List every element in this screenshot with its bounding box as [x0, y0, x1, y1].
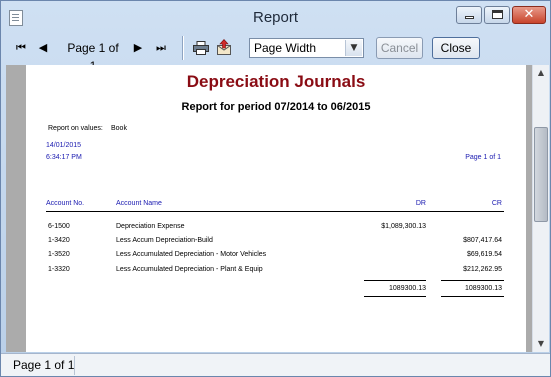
first-page-icon[interactable]: ⏮ [14, 39, 28, 57]
chevron-down-icon[interactable]: ▼ [345, 40, 362, 56]
report-window: Report ✕ ⏮ ◀ Page 1 of 1 ▶ ⏭ Page Width … [0, 0, 551, 377]
export-icon[interactable] [216, 39, 232, 55]
cr-total-underline [441, 296, 504, 297]
dr-total-underline [364, 296, 426, 297]
row-account-no: 1-3420 [48, 237, 70, 244]
row-dr: $1,089,300.13 [381, 223, 426, 230]
status-page-text: Page 1 of 1 [13, 358, 75, 372]
column-header-account-name: Account Name [116, 200, 162, 207]
previous-page-icon[interactable]: ◀ [37, 39, 49, 57]
scroll-up-icon[interactable]: ▲ [533, 65, 549, 81]
scroll-down-icon[interactable]: ▼ [533, 336, 549, 352]
window-close-button[interactable]: ✕ [512, 6, 546, 24]
report-page-number: Page 1 of 1 [465, 154, 501, 161]
row-account-name: Depreciation Expense [116, 223, 185, 230]
toolbar-separator [182, 36, 184, 60]
zoom-select[interactable]: Page Width ▼ [249, 38, 364, 58]
row-account-name: Less Accumulated Depreciation - Plant & … [116, 266, 263, 273]
cr-total-rule [441, 280, 504, 281]
close-icon: ✕ [523, 7, 535, 22]
column-header-dr: DR [415, 200, 426, 207]
row-account-name: Less Accumulated Depreciation - Motor Ve… [116, 251, 267, 258]
report-subtitle: Report for period 07/2014 to 06/2015 [181, 101, 371, 113]
row-account-no: 1-3320 [48, 266, 70, 273]
values-label: Report on values: [48, 125, 103, 132]
maximize-icon [492, 10, 503, 19]
scrollbar-thumb[interactable] [534, 127, 548, 222]
last-page-icon[interactable]: ⏭ [153, 39, 169, 57]
maximize-button[interactable] [484, 6, 510, 24]
row-account-name: Less Accum Depreciation-Build [116, 237, 213, 244]
row-account-no: 1-3520 [48, 251, 70, 258]
report-title: Depreciation Journals [186, 72, 366, 91]
row-cr: $807,417.64 [463, 237, 502, 244]
close-button[interactable]: Close [432, 37, 480, 59]
row-cr: $69,619.54 [466, 251, 502, 258]
row-cr: $212,262.95 [463, 266, 502, 273]
report-date: 14/01/2015 [46, 142, 82, 149]
page-indicator: Page 1 of 1 [67, 41, 119, 73]
print-icon[interactable] [193, 41, 209, 55]
report-viewport[interactable]: Depreciation Journals Report for period … [6, 65, 532, 352]
row-account-no: 6-1500 [48, 223, 70, 230]
minimize-button[interactable] [456, 6, 482, 24]
report-page: Depreciation Journals Report for period … [26, 65, 526, 352]
header-divider [46, 211, 504, 212]
dr-total-rule [364, 280, 426, 281]
report-time: 6:34:17 PM [46, 154, 82, 161]
total-dr: 1089300.13 [389, 285, 426, 292]
column-header-account-no: Account No. [46, 200, 85, 207]
status-separator [74, 356, 75, 375]
values-value: Book [111, 125, 127, 132]
next-page-icon[interactable]: ▶ [132, 39, 144, 57]
status-bar: Page 1 of 1 [1, 353, 550, 376]
zoom-value: Page Width [254, 41, 317, 55]
column-header-cr: CR [491, 200, 502, 207]
cancel-button[interactable]: Cancel [376, 37, 423, 59]
title-bar: Report ✕ [1, 1, 550, 33]
vertical-scrollbar[interactable]: ▲ ▼ [532, 65, 549, 352]
minimize-icon [465, 16, 474, 19]
total-cr: 1089300.13 [465, 285, 502, 292]
